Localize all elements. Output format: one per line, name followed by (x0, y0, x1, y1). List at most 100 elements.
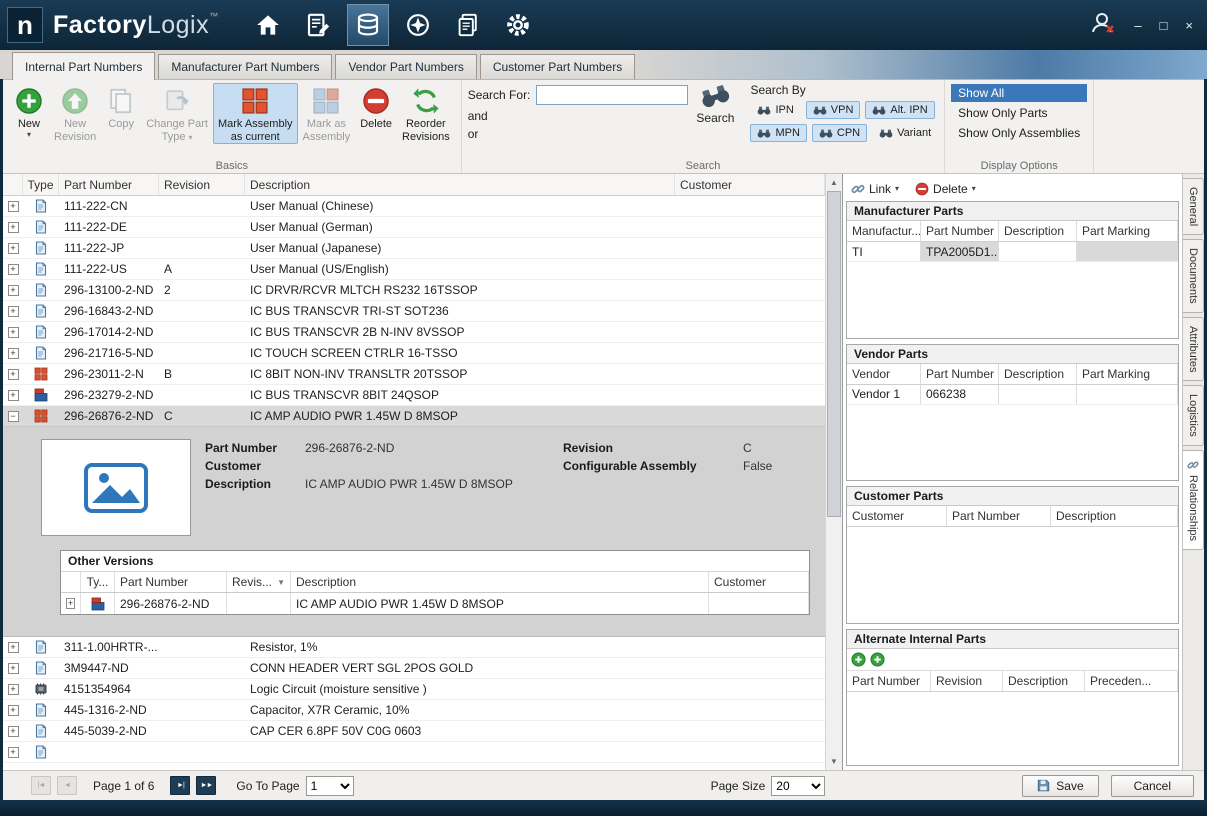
expand-icon[interactable]: + (8, 684, 19, 695)
col-customer[interactable]: Customer (675, 174, 825, 195)
table-row[interactable]: +445-1316-2-NDCapacitor, X7R Ceramic, 10… (3, 700, 825, 721)
unlink-delete-button[interactable]: Delete▾ (915, 182, 976, 196)
expand-icon[interactable]: + (8, 369, 19, 380)
table-row[interactable]: +4151354964Logic Circuit (moisture sensi… (3, 679, 825, 700)
mark-as-assembly-button[interactable]: Mark asAssembly (298, 83, 356, 144)
delete-button[interactable]: Delete (355, 83, 397, 144)
logout-user-icon[interactable] (1090, 11, 1116, 40)
tab-vendor-part-numbers[interactable]: Vendor Part Numbers (335, 54, 476, 79)
settings-gear-icon[interactable] (497, 4, 539, 46)
add-alternate-part-secondary-button[interactable] (870, 652, 885, 667)
table-row[interactable]: +111-222-CNUser Manual (Chinese) (3, 196, 825, 217)
filter-cpn[interactable]: CPN (812, 124, 867, 142)
next-page-button[interactable]: ►| (170, 776, 190, 795)
table-row[interactable]: +111-222-JPUser Manual (Japanese) (3, 238, 825, 259)
expand-icon[interactable]: + (8, 222, 19, 233)
part-image-placeholder[interactable] (41, 439, 191, 536)
forms-icon[interactable] (297, 4, 339, 46)
table-row[interactable]: +445-5039-2-NDCAP CER 6.8PF 50V C0G 0603 (3, 721, 825, 742)
documents-icon[interactable] (447, 4, 489, 46)
new-button[interactable]: New▾ (9, 83, 49, 144)
binoculars-icon (813, 106, 827, 115)
table-row[interactable]: +111-222-DEUser Manual (German) (3, 217, 825, 238)
expand-icon[interactable]: + (8, 390, 19, 401)
filter-variant[interactable]: Variant (872, 124, 938, 142)
side-tab-logistics[interactable]: Logistics (1183, 385, 1204, 446)
side-tab-general[interactable]: General (1183, 178, 1204, 235)
table-row[interactable]: +111-222-USAUser Manual (US/English) (3, 259, 825, 280)
table-row[interactable]: +296-23011-2-NBIC 8BIT NON-INV TRANSLTR … (3, 364, 825, 385)
last-page-button[interactable]: ►► (196, 776, 216, 795)
side-tab-relationships[interactable]: Relationships (1183, 450, 1204, 550)
expand-icon[interactable]: + (8, 705, 19, 716)
col-type[interactable]: Type (23, 174, 59, 195)
vertical-scrollbar[interactable]: ▲ ▼ (825, 174, 842, 770)
table-row[interactable]: +296-13100-2-ND2IC DRVR/RCVR MLTCH RS232… (3, 280, 825, 301)
filter-ipn[interactable]: IPN (750, 101, 800, 119)
expand-icon[interactable]: + (66, 598, 75, 609)
expand-icon[interactable]: + (8, 285, 19, 296)
search-button[interactable]: Search (688, 83, 742, 147)
show-only-parts-option[interactable]: Show Only Parts (951, 104, 1087, 122)
manufacturer-part-row[interactable]: TI TPA2005D1... (847, 242, 1178, 262)
vendor-part-row[interactable]: Vendor 1 066238 (847, 385, 1178, 405)
mark-assembly-as-current-button[interactable]: Mark Assemblyas current (213, 83, 298, 144)
table-row[interactable]: +3M9447-NDCONN HEADER VERT SGL 2POS GOLD (3, 658, 825, 679)
scroll-up-icon[interactable]: ▲ (826, 174, 842, 191)
filter-vpn[interactable]: VPN (806, 101, 861, 119)
table-row[interactable]: +296-21716-5-NDIC TOUCH SCREEN CTRLR 16-… (3, 343, 825, 364)
col-revision[interactable]: Revision (159, 174, 245, 195)
copy-button[interactable]: Copy (101, 83, 141, 144)
link-button[interactable]: Link▾ (851, 182, 899, 196)
save-button[interactable]: Save (1022, 775, 1098, 797)
expand-icon[interactable]: + (8, 747, 19, 758)
show-only-assemblies-option[interactable]: Show Only Assemblies (951, 124, 1087, 142)
navigator-icon[interactable] (397, 4, 439, 46)
col-part-number[interactable]: Part Number (59, 174, 159, 195)
expand-icon[interactable]: + (8, 726, 19, 737)
table-row[interactable]: +296-16843-2-NDIC BUS TRANSCVR TRI-ST SO… (3, 301, 825, 322)
expand-icon[interactable]: + (8, 348, 19, 359)
table-row[interactable]: +296-17014-2-NDIC BUS TRANSCVR 2B N-INV … (3, 322, 825, 343)
page-size-select[interactable]: 20 (771, 776, 825, 796)
expand-icon[interactable]: + (8, 327, 19, 338)
cancel-button[interactable]: Cancel (1111, 775, 1194, 797)
side-tab-attributes[interactable]: Attributes (1183, 317, 1204, 381)
expand-icon[interactable]: + (8, 663, 19, 674)
other-version-row[interactable]: + 296-26876-2-ND IC AMP AUDIO PWR 1.45W … (61, 593, 809, 614)
expand-icon[interactable]: + (8, 243, 19, 254)
table-row[interactable]: +296-23279-2-NDIC BUS TRANSCVR 8BIT 24QS… (3, 385, 825, 406)
first-page-button[interactable]: |◄ (31, 776, 51, 795)
expand-icon[interactable]: + (8, 201, 19, 212)
home-icon[interactable] (247, 4, 289, 46)
collapse-icon[interactable]: − (8, 411, 19, 422)
previous-page-button[interactable]: ◄ (57, 776, 77, 795)
scrollbar-thumb[interactable] (827, 191, 841, 517)
filter-alt-ipn[interactable]: Alt. IPN (865, 101, 934, 119)
table-row-selected[interactable]: −296-26876-2-NDCIC AMP AUDIO PWR 1.45W D… (3, 406, 825, 427)
side-tab-documents[interactable]: Documents (1183, 239, 1204, 313)
filter-caret-icon[interactable]: ▼ (277, 578, 285, 587)
table-row[interactable]: +311-1.00HRTR-...Resistor, 1% (3, 637, 825, 658)
parts-database-icon[interactable] (347, 4, 389, 46)
minimize-button[interactable]: – (1134, 19, 1141, 32)
expand-icon[interactable]: + (8, 306, 19, 317)
add-alternate-part-button[interactable] (851, 652, 866, 667)
expand-icon[interactable]: + (8, 264, 19, 275)
table-row-partial[interactable]: + (3, 742, 825, 763)
expand-icon[interactable]: + (8, 642, 19, 653)
reorder-revisions-button[interactable]: ReorderRevisions (397, 83, 455, 144)
maximize-button[interactable]: □ (1160, 19, 1168, 32)
tab-customer-part-numbers[interactable]: Customer Part Numbers (480, 54, 635, 79)
change-part-type-button[interactable]: Change PartType ▾ (141, 83, 213, 144)
close-button[interactable]: × (1185, 19, 1193, 32)
tab-internal-part-numbers[interactable]: Internal Part Numbers (12, 52, 155, 80)
search-input[interactable] (536, 85, 688, 105)
new-revision-button[interactable]: NewRevision (49, 83, 101, 144)
go-to-page-select[interactable]: 1 (306, 776, 354, 796)
filter-mpn[interactable]: MPN (750, 124, 806, 142)
col-description[interactable]: Description (245, 174, 675, 195)
tab-manufacturer-part-numbers[interactable]: Manufacturer Part Numbers (158, 54, 332, 79)
show-all-option[interactable]: Show All (951, 84, 1087, 102)
scroll-down-icon[interactable]: ▼ (826, 753, 842, 770)
